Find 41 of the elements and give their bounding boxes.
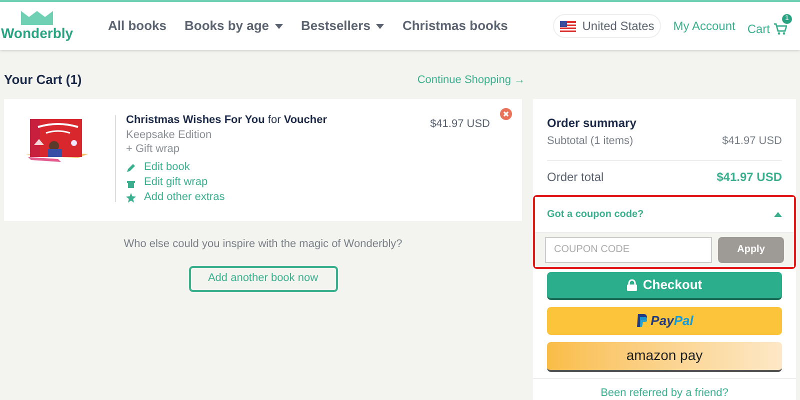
- action-link[interactable]: Edit book: [126, 160, 328, 175]
- pencil-icon: [126, 162, 136, 172]
- add-book-button[interactable]: Add another book now: [188, 266, 338, 292]
- nav-link[interactable]: Christmas books: [402, 16, 508, 36]
- item-price: $41.97 USD: [430, 117, 490, 132]
- action-link[interactable]: Add other extras: [126, 190, 328, 205]
- total-label: Order total: [547, 168, 604, 186]
- paypal-button[interactable]: PayPal: [547, 306, 782, 334]
- extra-text: + Gift wrap: [126, 142, 180, 156]
- caret-icon: [774, 212, 782, 216]
- total-value: $41.97 USD: [716, 168, 782, 186]
- edition-text: Keepsake Edition: [126, 128, 213, 142]
- summary-title: Order summary: [547, 115, 638, 132]
- caret-icon: [275, 24, 284, 28]
- cart-title: Your Cart (1): [4, 71, 82, 90]
- prompt-text: Who else could you inspire with the magic of Wonderbly?: [124, 237, 402, 252]
- flag-icon: [560, 20, 576, 32]
- caret-icon: [376, 24, 384, 28]
- referral-link[interactable]: Been referred by a friend?: [600, 384, 728, 400]
- subtotal-value: $41.97 USD: [722, 134, 782, 149]
- lock-icon: [626, 278, 637, 290]
- continue-shopping-link[interactable]: Continue Shopping →: [417, 72, 525, 88]
- remove-icon[interactable]: [500, 108, 512, 120]
- action-link[interactable]: Edit gift wrap: [126, 175, 328, 190]
- logo-text[interactable]: Wonderbly: [0, 25, 74, 41]
- amazon-pay-button[interactable]: amazon pay: [547, 342, 782, 372]
- product-title[interactable]: Christmas Wishes For You for Voucher: [126, 113, 328, 127]
- country-selector[interactable]: United States: [553, 14, 662, 38]
- coupon-field[interactable]: COUPON CODE: [545, 236, 712, 262]
- nav-link[interactable]: All books: [108, 16, 167, 36]
- subtotal-label: Subtotal (1 items): [547, 134, 634, 149]
- checkout-button[interactable]: Checkout: [547, 272, 782, 300]
- crown-icon: [21, 11, 53, 25]
- nav-link[interactable]: Bestsellers: [301, 16, 384, 36]
- nav-link[interactable]: Books by age: [184, 16, 284, 36]
- paypal-icon: [636, 314, 647, 327]
- cart-icon: [774, 23, 787, 35]
- coupon-toggle[interactable]: Got a coupon code?: [535, 196, 794, 232]
- star-icon: [126, 192, 136, 202]
- apply-button[interactable]: Apply: [718, 236, 784, 262]
- account-link[interactable]: My Account: [673, 17, 736, 35]
